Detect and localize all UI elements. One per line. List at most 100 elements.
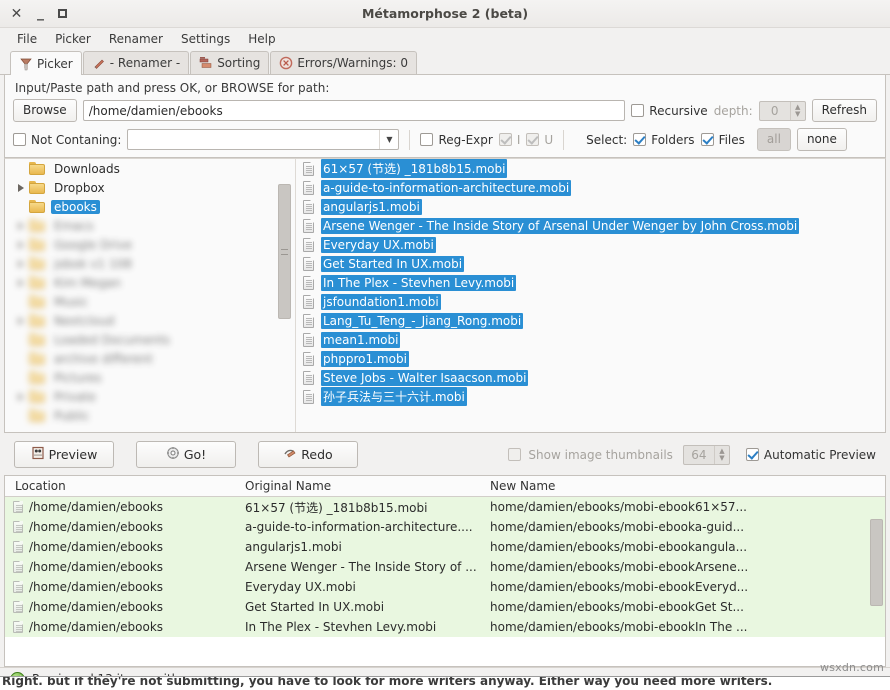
tree-item[interactable]: Emacs: [5, 216, 295, 235]
file-list[interactable]: 61×57 (节选) _181b8b15.mobi a-guide-to-info…: [296, 159, 885, 432]
tab-errors-warnings[interactable]: Errors/Warnings: 0: [270, 51, 417, 74]
list-item[interactable]: phppro1.mobi: [296, 349, 885, 368]
menu-item-help[interactable]: Help: [240, 30, 283, 48]
flag-i-label: I: [516, 132, 521, 147]
not-containing-combo[interactable]: ▼: [127, 129, 400, 150]
tab-picker[interactable]: Picker: [10, 51, 82, 75]
list-item[interactable]: jsfoundation1.mobi: [296, 292, 885, 311]
refresh-button[interactable]: Refresh: [811, 99, 877, 122]
pencil-icon: [92, 56, 106, 70]
select-files-checkbox-box[interactable]: [700, 133, 714, 146]
tree-item[interactable]: jobok v1 108: [5, 254, 295, 273]
tree-item[interactable]: Dropbox: [5, 178, 295, 197]
results-table-body[interactable]: /home/damien/ebooks 61×57 (节选) _181b8b15.…: [5, 497, 885, 666]
chevron-right-icon[interactable]: [13, 317, 29, 325]
automatic-preview-checkbox-box[interactable]: [745, 448, 759, 461]
list-item-label: In The Plex - Stevhen Levy.mobi: [321, 274, 517, 291]
chevron-right-icon[interactable]: [13, 393, 29, 401]
depth-stepper[interactable]: 0 ▲ ▼: [758, 100, 806, 121]
filter-row: Not Contaning: ▼ Reg-Expr I U Select: Fo…: [5, 128, 885, 157]
tree-item[interactable]: Music: [5, 292, 295, 311]
tree-scrollbar[interactable]: [278, 184, 291, 319]
list-item[interactable]: In The Plex - Stevhen Levy.mobi: [296, 273, 885, 292]
tree-item[interactable]: Pictures: [5, 368, 295, 387]
results-scrollbar[interactable]: [870, 519, 883, 606]
tree-item[interactable]: Downloads: [5, 159, 295, 178]
tab-sorting[interactable]: Sorting: [190, 51, 270, 74]
chevron-right-icon[interactable]: [13, 279, 29, 287]
table-row[interactable]: /home/damien/ebooks angularjs1.mobi home/d…: [5, 537, 885, 557]
chevron-down-icon[interactable]: ▼: [379, 130, 398, 149]
list-item[interactable]: 61×57 (节选) _181b8b15.mobi: [296, 159, 885, 178]
select-folders-checkbox[interactable]: Folders: [633, 133, 695, 147]
folder-tree[interactable]: Downloads Dropbox ebooks Emacs Google Drive j…: [5, 159, 296, 432]
tree-item[interactable]: Loaded Documents: [5, 330, 295, 349]
stepper-down-icon[interactable]: ▼: [795, 110, 800, 118]
not-containing-checkbox[interactable]: Not Contaning:: [13, 133, 121, 147]
menu-item-file[interactable]: File: [9, 30, 45, 48]
list-item[interactable]: angularjs1.mobi: [296, 197, 885, 216]
menu-item-renamer[interactable]: Renamer: [101, 30, 171, 48]
close-icon[interactable]: ✕: [10, 7, 23, 21]
column-header-new-name[interactable]: New Name: [480, 479, 885, 493]
reg-expr-checkbox-box[interactable]: [420, 133, 434, 146]
column-header-location[interactable]: Location: [5, 479, 235, 493]
browse-button[interactable]: Browse: [13, 99, 77, 122]
list-item[interactable]: Steve Jobs - Walter Isaacson.mobi: [296, 368, 885, 387]
tree-item[interactable]: Kim Megan: [5, 273, 295, 292]
redo-button-label: Redo: [301, 447, 333, 462]
list-item-label: angularjs1.mobi: [321, 198, 422, 215]
menu-item-settings[interactable]: Settings: [173, 30, 238, 48]
chevron-right-icon[interactable]: [13, 241, 29, 249]
tree-item-label: Dropbox: [54, 180, 105, 195]
redo-button[interactable]: Redo: [258, 441, 358, 468]
recursive-checkbox-box[interactable]: [631, 104, 645, 117]
select-folders-checkbox-box[interactable]: [633, 133, 647, 146]
select-none-button[interactable]: none: [796, 128, 847, 151]
maximize-icon[interactable]: [58, 9, 67, 18]
automatic-preview-checkbox[interactable]: Automatic Preview: [745, 448, 876, 462]
tab-renamer[interactable]: - Renamer -: [82, 51, 190, 74]
column-header-original-name[interactable]: Original Name: [235, 479, 480, 493]
reg-expr-label: Reg-Expr: [438, 132, 493, 147]
list-item-label: 61×57 (节选) _181b8b15.mobi: [321, 159, 508, 178]
preview-button[interactable]: Preview: [14, 441, 114, 468]
depth-stepper-arrows[interactable]: ▲ ▼: [789, 101, 805, 120]
list-item[interactable]: Get Started In UX.mobi: [296, 254, 885, 273]
list-item[interactable]: Arsene Wenger - The Inside Story of Arse…: [296, 216, 885, 235]
table-row[interactable]: /home/damien/ebooks Get Started In UX.mob…: [5, 597, 885, 617]
list-item[interactable]: Lang_Tu_Teng_-_Jiang_Rong.mobi: [296, 311, 885, 330]
list-item[interactable]: Everyday UX.mobi: [296, 235, 885, 254]
list-item[interactable]: a-guide-to-information-architecture.mobi: [296, 178, 885, 197]
table-row[interactable]: /home/damien/ebooks In The Plex - Stevhen…: [5, 617, 885, 637]
folder-icon: [29, 257, 45, 270]
chevron-right-icon[interactable]: [13, 222, 29, 230]
list-item[interactable]: mean1.mobi: [296, 330, 885, 349]
not-containing-checkbox-box[interactable]: [13, 133, 26, 146]
table-row[interactable]: /home/damien/ebooks 61×57 (节选) _181b8b15.…: [5, 497, 885, 517]
menu-item-picker[interactable]: Picker: [47, 30, 99, 48]
table-row[interactable]: /home/damien/ebooks Everyday UX.mobi home/…: [5, 577, 885, 597]
table-row[interactable]: /home/damien/ebooks Arsene Wenger - The I…: [5, 557, 885, 577]
tree-item[interactable]: Private: [5, 387, 295, 406]
chevron-right-icon[interactable]: [13, 184, 29, 192]
list-item[interactable]: 孙子兵法与三十六计.mobi: [296, 387, 885, 406]
select-files-checkbox[interactable]: Files: [700, 133, 745, 147]
table-row[interactable]: /home/damien/ebooks a-guide-to-informatio…: [5, 517, 885, 537]
chevron-right-icon[interactable]: [13, 260, 29, 268]
file-icon: [303, 332, 314, 347]
minimize-icon[interactable]: _: [34, 6, 47, 20]
go-button[interactable]: Go!: [136, 441, 236, 468]
reg-expr-checkbox[interactable]: Reg-Expr: [420, 132, 493, 147]
path-input[interactable]: [82, 100, 626, 121]
tree-item[interactable]: archive different: [5, 349, 295, 368]
file-icon: [13, 501, 23, 513]
tree-item[interactable]: Google Drive: [5, 235, 295, 254]
window-controls: ✕ _: [0, 6, 67, 21]
recursive-checkbox[interactable]: Recursive: [631, 104, 708, 118]
cell-location-text: /home/damien/ebooks: [29, 560, 164, 574]
tree-item[interactable]: ebooks: [5, 197, 295, 216]
tree-item[interactable]: Public: [5, 406, 295, 425]
file-icon: [13, 561, 23, 573]
tree-item[interactable]: Nextcloud: [5, 311, 295, 330]
